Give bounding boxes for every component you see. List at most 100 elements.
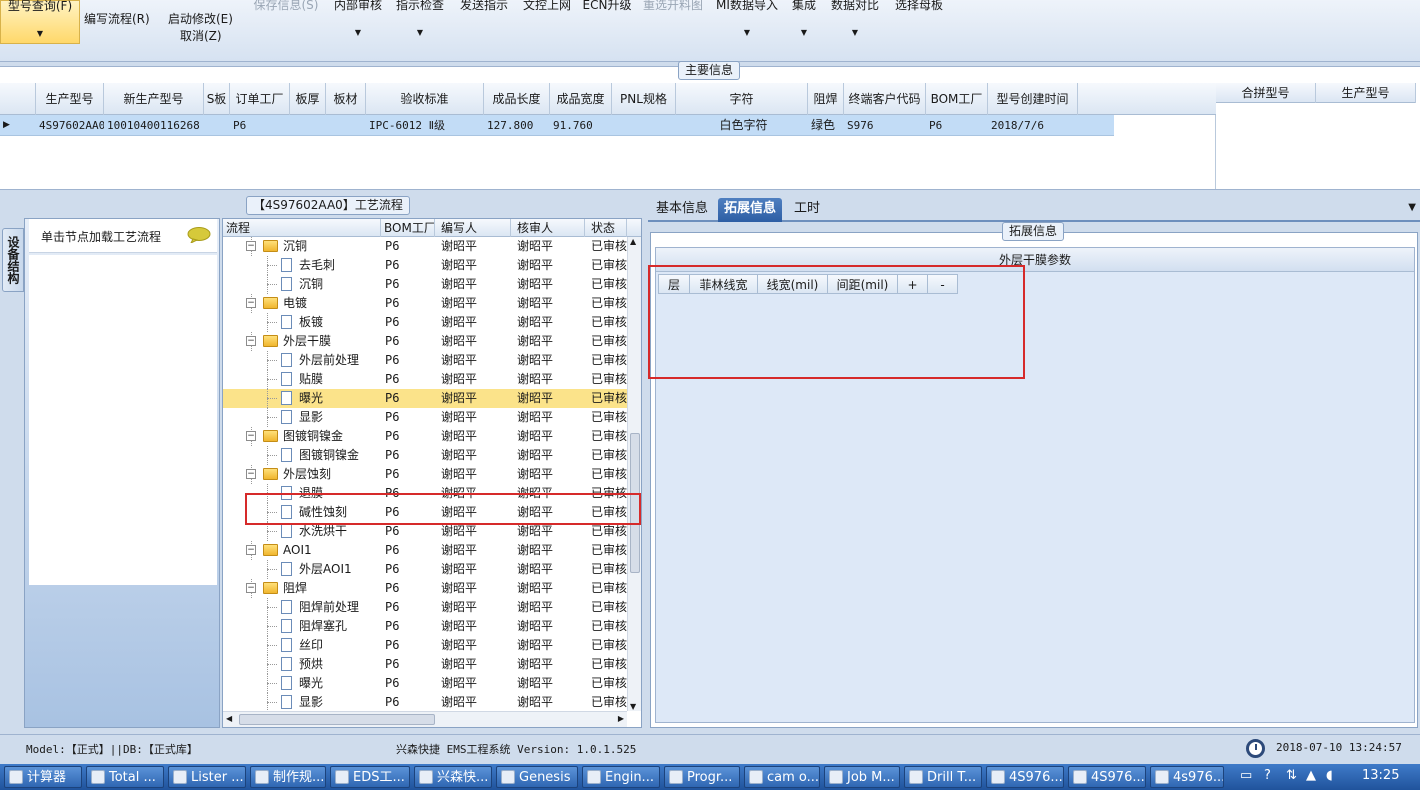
- column-header[interactable]: 成品长度: [484, 83, 550, 115]
- flow-column[interactable]: 流程: [223, 219, 381, 237]
- tree-row[interactable]: 阻焊塞孔 P6 谢昭平 谢昭平 已审核: [223, 617, 629, 636]
- save-info-button[interactable]: 保存信息(S): [248, 0, 324, 44]
- taskbar-item[interactable]: Job M...: [824, 766, 900, 788]
- production-model-column[interactable]: 生产型号: [1316, 83, 1416, 103]
- send-guide-button[interactable]: 发送指示: [456, 0, 512, 44]
- tab-extended-info[interactable]: 拓展信息: [718, 198, 783, 222]
- doc-upload-button[interactable]: 文控上网: [518, 0, 576, 44]
- writer-column[interactable]: 编写人: [435, 219, 511, 237]
- scroll-left-icon[interactable]: ◀: [226, 714, 232, 723]
- scrollbar-thumb[interactable]: [239, 714, 435, 725]
- show-hidden-icon[interactable]: ▲: [1306, 768, 1316, 783]
- taskbar-item[interactable]: 制作规...: [250, 766, 326, 788]
- collapse-icon[interactable]: −: [246, 241, 256, 251]
- data-compare-button[interactable]: 数据对比 ▼: [826, 0, 884, 44]
- bom-factory-column[interactable]: BOM工厂: [381, 219, 435, 237]
- status-column[interactable]: 状态: [585, 219, 627, 237]
- tree-row[interactable]: 贴膜 P6 谢昭平 谢昭平 已审核: [223, 370, 629, 389]
- collapse-icon[interactable]: −: [246, 545, 256, 555]
- tab-device-structure[interactable]: 设备结构: [2, 228, 24, 292]
- reselect-material-button[interactable]: 重选开料图: [638, 0, 708, 44]
- column-header[interactable]: 型号创建时间: [988, 83, 1078, 115]
- tree-row[interactable]: − AOI1 P6 谢昭平 谢昭平 已审核: [223, 541, 629, 560]
- tab-work-hours[interactable]: 工时: [788, 198, 826, 222]
- scroll-up-icon[interactable]: ▲: [630, 237, 636, 246]
- tree-row[interactable]: − 图镀铜镍金 P6 谢昭平 谢昭平 已审核: [223, 427, 629, 446]
- tree-row[interactable]: 丝印 P6 谢昭平 谢昭平 已审核: [223, 636, 629, 655]
- tree-row[interactable]: 显影 P6 谢昭平 谢昭平 已审核: [223, 693, 629, 712]
- internal-review-button[interactable]: 内部审核 ▼: [330, 0, 386, 44]
- taskbar-item[interactable]: Progr...: [664, 766, 740, 788]
- tree-row[interactable]: 阻焊前处理 P6 谢昭平 谢昭平 已审核: [223, 598, 629, 617]
- tree-row[interactable]: − 电镀 P6 谢昭平 谢昭平 已审核: [223, 294, 629, 313]
- taskbar-item[interactable]: Total ...: [86, 766, 164, 788]
- collapse-icon[interactable]: −: [246, 336, 256, 346]
- start-modify-button[interactable]: 启动修改(E): [168, 10, 233, 27]
- column-header[interactable]: 阻焊: [808, 83, 844, 115]
- scroll-right-icon[interactable]: ▶: [618, 714, 624, 723]
- keyboard-icon[interactable]: ▭: [1240, 768, 1252, 783]
- column-header[interactable]: 成品宽度: [550, 83, 612, 115]
- tree-row[interactable]: 板镀 P6 谢昭平 谢昭平 已审核: [223, 313, 629, 332]
- taskbar-item[interactable]: 计算器: [4, 766, 82, 788]
- tree-row[interactable]: 显影 P6 谢昭平 谢昭平 已审核: [223, 408, 629, 427]
- taskbar-item[interactable]: 兴森快...: [414, 766, 492, 788]
- taskbar-item[interactable]: EDS工...: [330, 766, 410, 788]
- taskbar-item[interactable]: 4S976...: [986, 766, 1064, 788]
- scroll-down-icon[interactable]: ▼: [630, 702, 636, 711]
- column-header[interactable]: 板厚: [290, 83, 326, 115]
- select-mother-button[interactable]: 选择母板: [890, 0, 948, 44]
- network-icon[interactable]: ⇅: [1286, 768, 1297, 783]
- tree-row[interactable]: 曝光 P6 谢昭平 谢昭平 已审核: [223, 674, 629, 693]
- column-header[interactable]: BOM工厂: [926, 83, 988, 115]
- collapse-icon[interactable]: −: [246, 298, 256, 308]
- ecn-upgrade-button[interactable]: ECN升级: [582, 0, 632, 44]
- guide-check-button[interactable]: 指示检查 ▼: [392, 0, 448, 44]
- integrate-button[interactable]: 集成 ▼: [786, 0, 822, 44]
- column-header[interactable]: PNL规格: [612, 83, 676, 115]
- tree-row[interactable]: 曝光 P6 谢昭平 谢昭平 已审核: [223, 389, 629, 408]
- merged-model-column[interactable]: 合拼型号: [1216, 83, 1316, 103]
- taskbar-item[interactable]: cam o...: [744, 766, 820, 788]
- column-header[interactable]: 终端客户代码: [844, 83, 926, 115]
- tree-row[interactable]: − 外层干膜 P6 谢昭平 谢昭平 已审核: [223, 332, 629, 351]
- taskbar-item[interactable]: Engin...: [582, 766, 660, 788]
- taskbar-item[interactable]: Drill T...: [904, 766, 982, 788]
- collapse-icon[interactable]: −: [246, 583, 256, 593]
- edit-flow-button[interactable]: 编写流程(R): [84, 10, 150, 27]
- collapse-icon[interactable]: −: [246, 431, 256, 441]
- taskbar-item[interactable]: Lister ...: [168, 766, 246, 788]
- tree-row[interactable]: 外层前处理 P6 谢昭平 谢昭平 已审核: [223, 351, 629, 370]
- clock-time[interactable]: 13:25: [1362, 768, 1399, 783]
- tree-row[interactable]: − 阻焊 P6 谢昭平 谢昭平 已审核: [223, 579, 629, 598]
- reviewer-column[interactable]: 核审人: [511, 219, 585, 237]
- tree-row[interactable]: 外层AOI1 P6 谢昭平 谢昭平 已审核: [223, 560, 629, 579]
- column-header[interactable]: 新生产型号: [104, 83, 204, 115]
- tree-row[interactable]: 图镀铜镍金 P6 谢昭平 谢昭平 已审核: [223, 446, 629, 465]
- tree-row[interactable]: − 外层蚀刻 P6 谢昭平 谢昭平 已审核: [223, 465, 629, 484]
- column-header[interactable]: S板: [204, 83, 230, 115]
- tab-basic-info[interactable]: 基本信息: [650, 198, 714, 222]
- column-header[interactable]: 生产型号: [36, 83, 104, 115]
- tree-row[interactable]: − 沉铜 P6 谢昭平 谢昭平 已审核: [223, 237, 629, 256]
- tree-row[interactable]: 预烘 P6 谢昭平 谢昭平 已审核: [223, 655, 629, 674]
- taskbar-item[interactable]: 4s976...: [1150, 766, 1224, 788]
- column-header[interactable]: 订单工厂: [230, 83, 290, 115]
- column-header[interactable]: 板材: [326, 83, 366, 115]
- vertical-scrollbar[interactable]: ▲ ▼: [627, 237, 641, 711]
- table-row[interactable]: ▶ 4S97602AA0 10010400116268 P6 IPC-6012 Ⅱ级 1…: [0, 115, 1114, 136]
- volume-icon[interactable]: ◖: [1326, 768, 1333, 783]
- collapse-icon[interactable]: −: [246, 469, 256, 479]
- tree-row[interactable]: 去毛刺 P6 谢昭平 谢昭平 已审核: [223, 256, 629, 275]
- column-header[interactable]: 验收标准: [366, 83, 484, 115]
- column-header[interactable]: 字符: [676, 83, 808, 115]
- chevron-down-icon[interactable]: ▼: [1408, 202, 1416, 213]
- help-icon[interactable]: ?: [1264, 768, 1271, 783]
- taskbar-item[interactable]: Genesis: [496, 766, 578, 788]
- cancel-button[interactable]: 取消(Z): [180, 27, 222, 44]
- mi-import-button[interactable]: MI数据导入 ▼: [714, 0, 780, 44]
- tree-row[interactable]: 沉铜 P6 谢昭平 谢昭平 已审核: [223, 275, 629, 294]
- horizontal-scrollbar[interactable]: ◀ ▶: [223, 711, 627, 727]
- model-query-button[interactable]: 型号查询(F) ▼: [0, 0, 80, 44]
- taskbar-item[interactable]: 4S976...: [1068, 766, 1146, 788]
